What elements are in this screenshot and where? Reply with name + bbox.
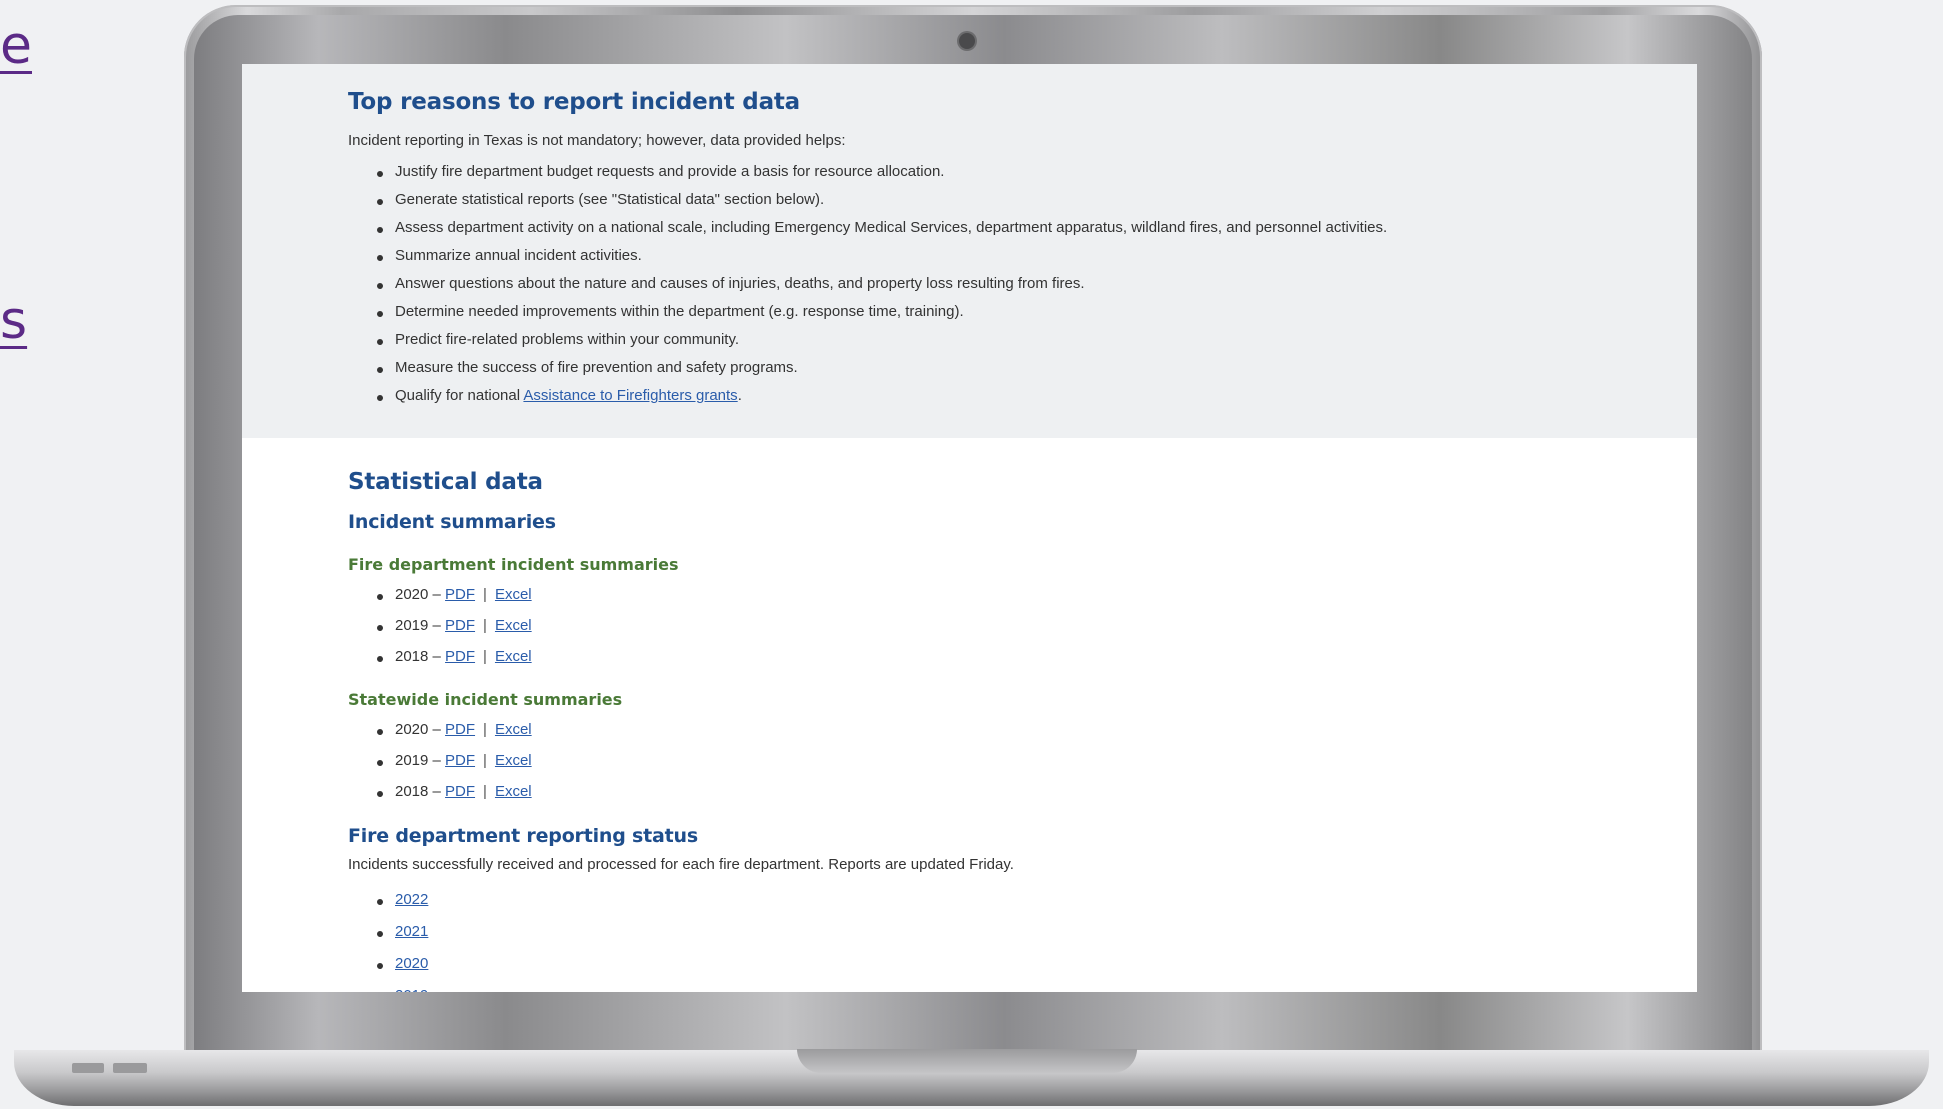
list-item-grants: Qualify for national Assistance to Firef… (376, 387, 1387, 415)
year-link[interactable]: 2022 (395, 891, 428, 908)
excel-link[interactable]: Excel (495, 752, 532, 769)
pdf-link[interactable]: PDF (445, 783, 475, 800)
list-item: 2019 – PDF | Excel (377, 617, 532, 648)
pdf-link[interactable]: PDF (445, 648, 475, 665)
excel-link[interactable]: Excel (495, 617, 532, 634)
year-link[interactable]: 2020 (395, 955, 428, 972)
pdf-link[interactable]: PDF (445, 721, 475, 738)
list-item: 2018 – PDF | Excel (377, 783, 532, 814)
grants-suffix: . (737, 387, 742, 404)
reporting-status-heading: Fire department reporting status (348, 825, 698, 847)
page-stage: e s Top reasons to report incident data … (0, 0, 1943, 1109)
list-item: Predict fire-related problems within you… (376, 331, 1387, 359)
firefighter-grants-link[interactable]: Assistance to Firefighters grants (523, 387, 737, 404)
pdf-link[interactable]: PDF (445, 617, 475, 634)
list-item: Determine needed improvements within the… (376, 303, 1387, 331)
reporting-status-intro: Incidents successfully received and proc… (348, 856, 1014, 873)
reasons-list: Justify fire department budget requests … (348, 163, 1387, 415)
statewide-summaries-list: 2020 – PDF | Excel 2019 – PDF | Excel 2018 –… (348, 721, 532, 814)
year-label: 2019 – (395, 752, 446, 769)
laptop-screen: Top reasons to report incident data Inci… (242, 64, 1697, 992)
list-item: 2019 – PDF | Excel (377, 752, 532, 783)
list-item: 2021 (376, 923, 428, 955)
list-item: 2018 – PDF | Excel (377, 648, 532, 679)
year-link[interactable]: 2021 (395, 923, 428, 940)
laptop-opening-notch (797, 1049, 1137, 1073)
list-item: Assess department activity on a national… (376, 219, 1387, 247)
excel-link[interactable]: Excel (495, 783, 532, 800)
pdf-link[interactable]: PDF (445, 586, 475, 603)
list-item: Answer questions about the nature and ca… (376, 275, 1387, 303)
edge-link-fragment-2[interactable]: s (0, 295, 27, 347)
separator: | (483, 752, 487, 769)
year-label: 2020 – (395, 586, 446, 603)
edge-link-fragment-1[interactable]: e (0, 20, 32, 72)
separator: | (483, 617, 487, 634)
list-item: Generate statistical reports (see "Stati… (376, 191, 1387, 219)
year-link[interactable]: 2019 (395, 987, 428, 992)
excel-link[interactable]: Excel (495, 648, 532, 665)
list-item: 2019 (395, 987, 428, 992)
separator: | (483, 783, 487, 800)
camera-icon (959, 33, 975, 49)
list-item: Summarize annual incident activities. (376, 247, 1387, 275)
reporting-status-years-list: 2022 2021 2020 2019 (348, 891, 428, 992)
list-item: 2020 (376, 955, 428, 987)
pdf-link[interactable]: PDF (445, 752, 475, 769)
year-label: 2019 – (395, 617, 446, 634)
port-icon (72, 1063, 104, 1073)
port-icon (113, 1063, 147, 1073)
list-item: 2020 – PDF | Excel (377, 721, 532, 752)
statewide-summaries-heading: Statewide incident summaries (348, 690, 623, 709)
incident-summaries-heading: Incident summaries (348, 511, 556, 533)
separator: | (483, 648, 487, 665)
statistical-data-heading: Statistical data (348, 469, 543, 495)
top-reasons-intro: Incident reporting in Texas is not manda… (348, 132, 846, 149)
list-item: Measure the success of fire prevention a… (376, 359, 1387, 387)
list-item: 2020 – PDF | Excel (377, 586, 532, 617)
year-label: 2020 – (395, 721, 446, 738)
separator: | (483, 586, 487, 603)
list-item: 2022 (376, 891, 428, 923)
grants-prefix: Qualify for national (395, 387, 524, 404)
year-label: 2018 – (395, 783, 446, 800)
separator: | (483, 721, 487, 738)
fire-department-summaries-list: 2020 – PDF | Excel 2019 – PDF | Excel 2018 –… (348, 586, 532, 679)
year-label: 2018 – (395, 648, 446, 665)
list-item: Justify fire department budget requests … (376, 163, 1387, 191)
excel-link[interactable]: Excel (495, 586, 532, 603)
excel-link[interactable]: Excel (495, 721, 532, 738)
top-reasons-heading: Top reasons to report incident data (348, 89, 801, 115)
fire-department-summaries-heading: Fire department incident summaries (348, 555, 679, 574)
